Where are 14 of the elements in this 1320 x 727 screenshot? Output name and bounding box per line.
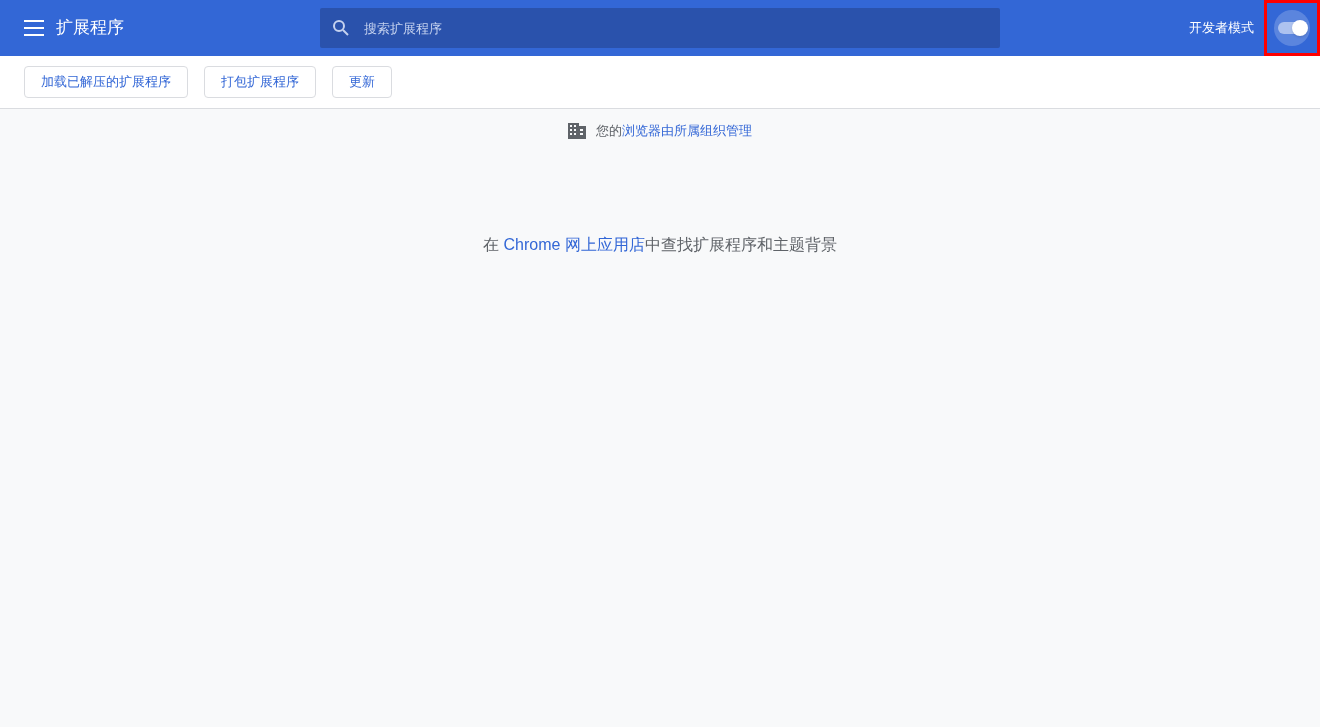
managed-link[interactable]: 浏览器由所属组织管理	[622, 123, 752, 138]
developer-mode-toggle[interactable]	[1274, 10, 1310, 46]
building-icon	[568, 122, 586, 139]
action-button[interactable]: 更新	[332, 66, 392, 98]
web-store-link[interactable]: Chrome 网上应用店	[503, 235, 645, 253]
action-button[interactable]: 加载已解压的扩展程序	[24, 66, 188, 98]
menu-icon[interactable]	[24, 20, 44, 36]
search-icon	[332, 19, 350, 37]
web-store-hint: 在 Chrome 网上应用店中查找扩展程序和主题背景	[483, 234, 837, 255]
managed-notice: 您的浏览器由所属组织管理	[596, 122, 752, 140]
search-field[interactable]: 搜索扩展程序	[320, 8, 1000, 48]
page-title: 扩展程序	[56, 17, 124, 40]
action-button[interactable]: 打包扩展程序	[204, 66, 316, 98]
developer-mode-label: 开发者模式	[1189, 19, 1254, 38]
